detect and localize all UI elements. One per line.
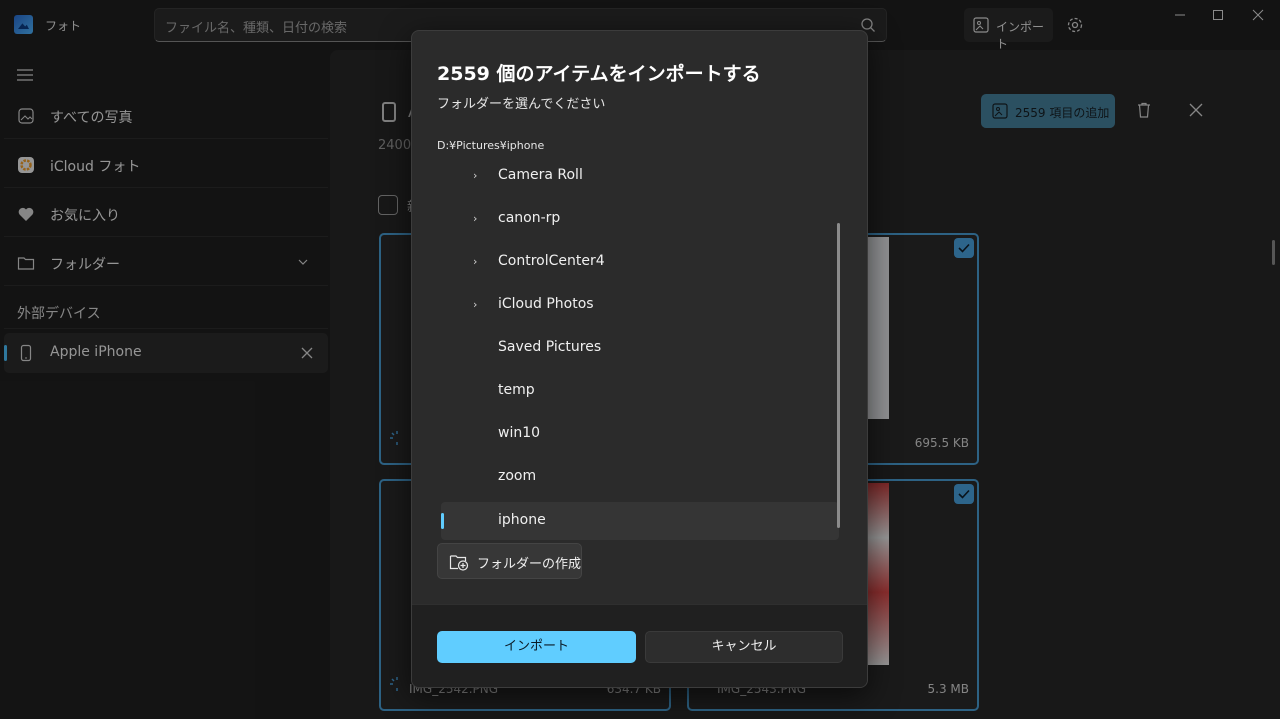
folder-item-win10[interactable]: win10 <box>441 415 839 453</box>
folder-item-controlcenter4[interactable]: › ControlCenter4 <box>441 243 839 281</box>
import-confirm-button[interactable]: インポート <box>437 631 636 663</box>
folder-label: win10 <box>498 425 541 441</box>
folder-item-camera-roll[interactable]: › Camera Roll <box>441 157 839 195</box>
selection-indicator <box>441 513 444 529</box>
new-folder-icon <box>449 555 469 571</box>
chevron-right-icon[interactable]: › <box>473 169 477 182</box>
folder-list-scrollbar[interactable] <box>837 223 840 528</box>
dialog-subtitle: フォルダーを選んでください <box>437 97 606 112</box>
folder-item-temp[interactable]: temp <box>441 372 839 410</box>
folder-item-iphone[interactable]: iphone <box>441 502 839 540</box>
chevron-right-icon[interactable]: › <box>473 212 477 225</box>
cancel-button[interactable]: キャンセル <box>645 631 843 663</box>
folder-label: ControlCenter4 <box>498 253 605 269</box>
folder-item-saved-pictures[interactable]: Saved Pictures <box>441 329 839 367</box>
photos-app-window: フォト ファイル名、種類、日付の検索 インポート すべての写真 iCloud フ… <box>0 0 1280 719</box>
folder-item-zoom[interactable]: zoom <box>441 458 839 496</box>
folder-label: temp <box>498 382 535 398</box>
folder-item-canon-rp[interactable]: › canon-rp <box>441 200 839 238</box>
folder-label: iphone <box>498 512 546 528</box>
destination-path: D:¥Pictures¥iphone <box>437 139 545 152</box>
new-folder-label: フォルダーの作成 <box>477 557 582 572</box>
dialog-footer: インポート キャンセル <box>412 604 867 687</box>
folder-item-icloud-photos[interactable]: › iCloud Photos <box>441 286 839 324</box>
folder-label: zoom <box>498 468 537 484</box>
import-dialog: 2559 個のアイテムをインポートする フォルダーを選んでください D:¥Pic… <box>411 30 868 688</box>
dialog-title: 2559 個のアイテムをインポートする <box>437 63 761 85</box>
chevron-right-icon[interactable]: › <box>473 255 477 268</box>
new-folder-button[interactable]: フォルダーの作成 <box>437 543 582 579</box>
folder-label: Camera Roll <box>498 167 583 183</box>
folder-label: canon-rp <box>498 210 561 226</box>
folder-label: iCloud Photos <box>498 296 594 312</box>
chevron-right-icon[interactable]: › <box>473 298 477 311</box>
folder-label: Saved Pictures <box>498 339 602 355</box>
